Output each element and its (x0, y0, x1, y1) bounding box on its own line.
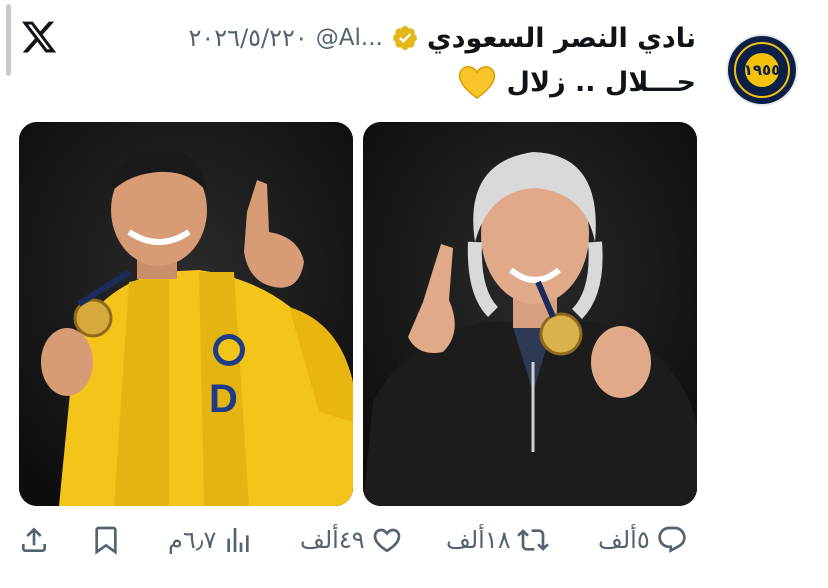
scrollbar[interactable] (6, 4, 11, 76)
coach-illustration (363, 122, 697, 506)
bookmark-icon (95, 526, 117, 555)
tweet-photo-player[interactable]: D (19, 122, 353, 506)
club-logo: ١٩٥٥ (744, 53, 780, 87)
account-name[interactable]: نادي النصر السعودي (427, 23, 696, 54)
x-logo-icon[interactable] (20, 18, 58, 56)
bookmark-button[interactable] (90, 524, 122, 556)
yellow-heart-icon (458, 66, 495, 99)
like-icon (373, 528, 400, 553)
like-button[interactable]: ٤٩ألف (300, 524, 403, 556)
views-icon (227, 528, 250, 552)
tweet-action-bar: ٦٫٧م ٤٩ألف ١٨ألف ٥ألف (0, 516, 828, 572)
tweet-date[interactable]: ٢٠٢٦/٥/٢٢٠ (189, 24, 308, 52)
retweet-button[interactable]: ١٨ألف (446, 524, 549, 556)
reply-button[interactable]: ٥ألف (598, 524, 688, 556)
player-illustration: D (19, 122, 353, 506)
avatar[interactable]: ١٩٥٥ (728, 36, 796, 104)
reply-icon (658, 526, 686, 553)
tweet-text-content: حـــلال .. زلال (506, 66, 696, 98)
share-icon (22, 527, 46, 552)
verified-icon (392, 26, 417, 50)
tweet-photo-coach[interactable] (363, 122, 697, 506)
like-count: ٤٩ألف (300, 526, 365, 554)
tweet-text: حـــلال .. زلال (457, 64, 696, 100)
account-handle[interactable]: @Al... (316, 25, 383, 51)
reply-count: ٥ألف (598, 526, 650, 554)
retweet-count: ١٨ألف (446, 526, 511, 554)
share-button[interactable] (18, 524, 50, 556)
views-button[interactable]: ٦٫٧م (168, 524, 254, 556)
retweet-icon (516, 529, 549, 551)
views-count: ٦٫٧م (168, 526, 217, 554)
svg-text:D: D (209, 377, 238, 421)
tweet-header: ٢٠٢٦/٥/٢٢٠ @Al... نادي النصر السعودي (189, 20, 697, 56)
avatar-ring: ١٩٥٥ (734, 42, 790, 98)
